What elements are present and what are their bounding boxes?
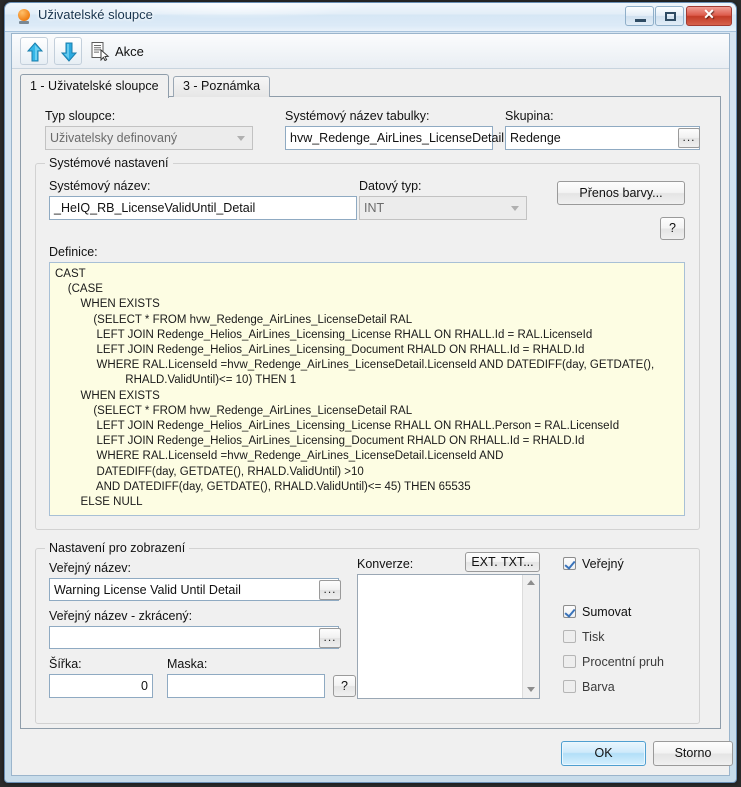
tab-strip: 1 - Uživatelské sloupce 3 - Poznámka: [20, 74, 721, 98]
system-name-label: Systémový název:: [49, 179, 151, 193]
checkbox-sumovat[interactable]: Sumovat: [563, 605, 631, 619]
system-settings-title: Systémové nastavení: [45, 156, 173, 170]
dialog-window: Uživatelské sloupce ✕ Akce 1 - Uživatels…: [4, 2, 737, 783]
short-name-browse-button[interactable]: ...: [319, 628, 341, 648]
tab-page: Typ sloupce: Uživatelsky definovaný Syst…: [20, 96, 721, 729]
checkbox-verejny-box[interactable]: [563, 557, 576, 570]
table-system-name-input[interactable]: hvw_Redenge_AirLines_LicenseDetail: [285, 126, 504, 150]
checkbox-barva-label: Barva: [582, 680, 615, 694]
group-input[interactable]: Redenge: [505, 126, 700, 150]
public-name-label: Veřejný název:: [49, 561, 131, 575]
checkbox-sumovat-label: Sumovat: [582, 605, 632, 619]
checkbox-barva[interactable]: Barva: [563, 680, 615, 694]
column-type-label: Typ sloupce:: [45, 109, 116, 123]
arrow-up-icon: [27, 42, 43, 62]
arrow-down-icon: [61, 42, 77, 62]
width-input[interactable]: 0: [49, 674, 153, 698]
move-down-button[interactable]: [54, 37, 82, 65]
client-area: Akce 1 - Uživatelské sloupce 3 - Poznámk…: [11, 33, 733, 776]
minimize-button[interactable]: [625, 6, 654, 26]
window-controls: ✕: [624, 6, 732, 26]
tab-uzivatelske-sloupce[interactable]: 1 - Uživatelské sloupce: [20, 74, 169, 98]
column-type-value: Uživatelsky definovaný: [50, 131, 178, 145]
public-name-input[interactable]: Warning License Valid Until Detail: [49, 578, 339, 601]
chevron-down-icon: [511, 206, 519, 211]
mask-label: Maska:: [167, 657, 208, 671]
checkbox-sumovat-box[interactable]: [563, 605, 576, 618]
close-button[interactable]: ✕: [686, 6, 732, 26]
checkbox-procentni-pruh-label: Procentní pruh: [582, 655, 664, 669]
short-name-input[interactable]: [49, 626, 339, 649]
app-icon: [17, 9, 31, 25]
data-type-combo[interactable]: INT: [359, 196, 527, 220]
group-label: Skupina:: [505, 109, 554, 123]
scroll-up-icon[interactable]: [523, 575, 539, 591]
mask-help-button[interactable]: ?: [333, 675, 356, 697]
short-name-label: Veřejný název - zkrácený:: [49, 609, 193, 623]
title-bar: Uživatelské sloupce ✕: [5, 3, 736, 32]
checkbox-procentni-pruh-box[interactable]: [563, 655, 576, 668]
public-name-browse-button[interactable]: ...: [319, 580, 341, 600]
checkbox-verejny-label: Veřejný: [582, 557, 624, 571]
data-type-label: Datový typ:: [359, 179, 422, 193]
column-type-combo[interactable]: Uživatelsky definovaný: [45, 126, 253, 150]
definition-textarea[interactable]: CAST (CASE WHEN EXISTS (SELECT * FROM hv…: [49, 262, 685, 516]
table-system-name-label: Systémový název tabulky:: [285, 109, 430, 123]
system-help-button[interactable]: ?: [660, 217, 685, 240]
cancel-button[interactable]: Storno: [653, 741, 733, 766]
ok-button[interactable]: OK: [561, 741, 646, 766]
mask-input[interactable]: [167, 674, 325, 698]
width-label: Šířka:: [49, 657, 82, 671]
document-action-icon: [90, 41, 110, 62]
scroll-down-icon[interactable]: [523, 682, 539, 698]
action-label[interactable]: Akce: [115, 44, 144, 59]
color-transfer-button[interactable]: Přenos barvy...: [557, 181, 685, 205]
tab-poznamka[interactable]: 3 - Poznámka: [173, 76, 271, 97]
display-settings-title: Nastavení pro zobrazení: [45, 541, 190, 555]
ext-txt-button[interactable]: EXT. TXT...: [465, 552, 540, 572]
definition-label: Definice:: [49, 245, 98, 259]
data-type-value: INT: [364, 201, 385, 215]
chevron-down-icon: [237, 136, 245, 141]
checkbox-barva-box[interactable]: [563, 680, 576, 693]
checkbox-tisk[interactable]: Tisk: [563, 630, 604, 644]
checkbox-tisk-label: Tisk: [582, 630, 605, 644]
toolbar: Akce: [12, 34, 729, 69]
conversion-scrollbar[interactable]: [522, 575, 539, 698]
conversion-label: Konverze:: [357, 557, 414, 571]
conversion-listbox[interactable]: [357, 574, 540, 699]
checkbox-verejny[interactable]: Veřejný: [563, 557, 624, 571]
maximize-button[interactable]: [655, 6, 684, 26]
checkbox-procentni-pruh[interactable]: Procentní pruh: [563, 655, 664, 669]
checkbox-tisk-box[interactable]: [563, 630, 576, 643]
group-browse-button[interactable]: ...: [678, 128, 700, 148]
move-up-button[interactable]: [20, 37, 48, 65]
window-title: Uživatelské sloupce: [38, 7, 153, 22]
system-name-input[interactable]: _HeIQ_RB_LicenseValidUntil_Detail: [49, 196, 357, 220]
